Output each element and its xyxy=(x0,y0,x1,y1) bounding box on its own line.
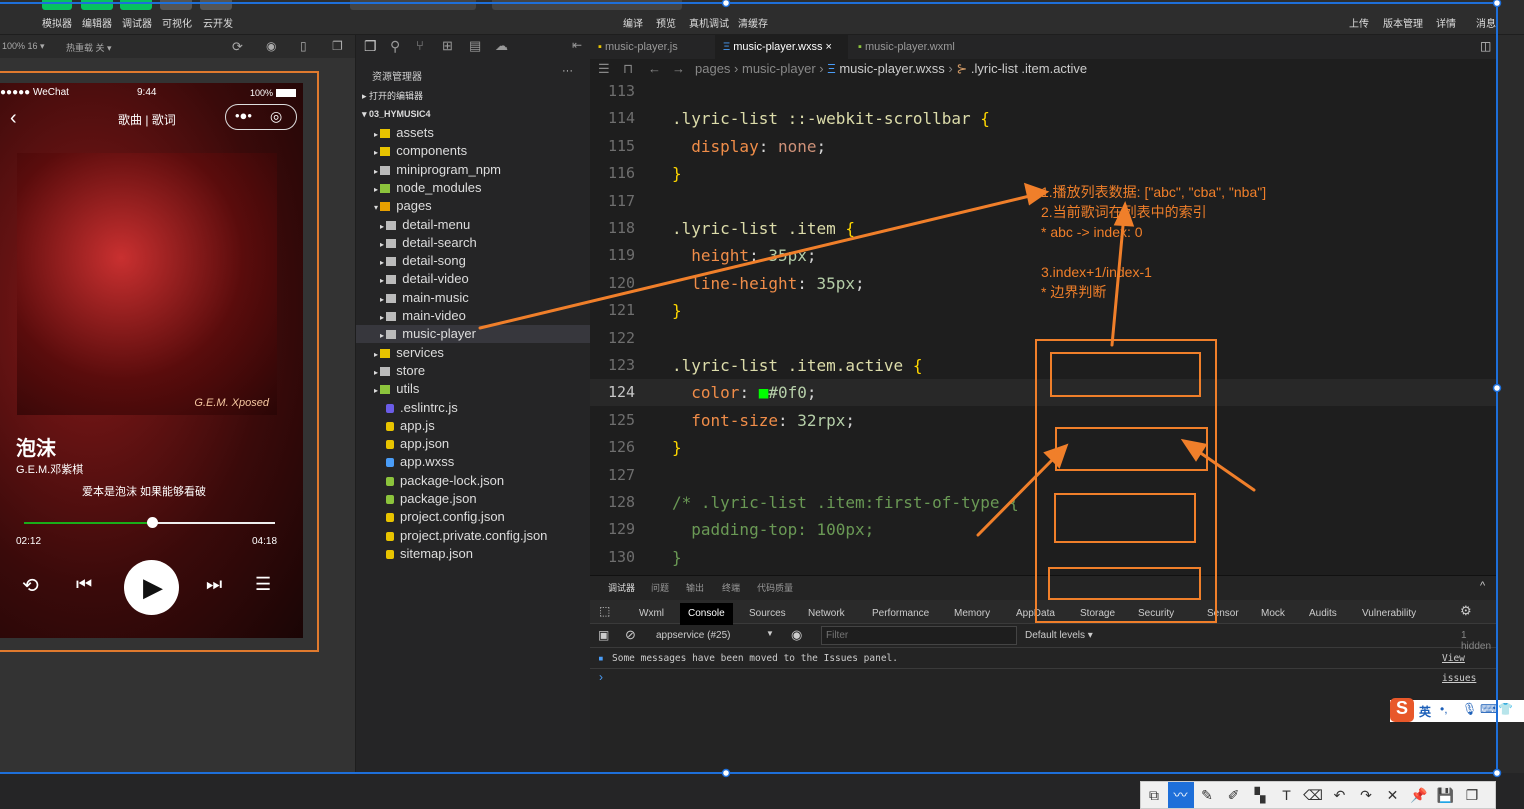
list-box xyxy=(1035,339,1217,623)
arrow xyxy=(478,192,1040,330)
resize-handle[interactable] xyxy=(1492,0,1502,8)
arrowhead xyxy=(1180,438,1208,462)
annotation-overlay xyxy=(0,0,1502,778)
item-box xyxy=(1054,493,1196,543)
annotation-line: 2.当前歌词在列表中的索引 xyxy=(1041,204,1207,220)
annotation-line: * 边界判断 xyxy=(1041,284,1107,300)
annotation-line: * abc -> index: 0 xyxy=(1041,224,1143,240)
arrow xyxy=(976,450,1062,537)
resize-handle[interactable] xyxy=(721,768,731,778)
item-box xyxy=(1048,567,1201,600)
resize-handle[interactable] xyxy=(1492,768,1502,778)
item-box xyxy=(1050,352,1201,397)
annotation-line: 1.播放列表数据: ["abc", "cba", "nba"] xyxy=(1041,184,1267,200)
annotation-line: 3.index+1/index-1 xyxy=(1041,264,1152,280)
resize-handle[interactable] xyxy=(1492,383,1502,393)
resize-handle[interactable] xyxy=(721,0,731,8)
selection-rect[interactable] xyxy=(0,2,1498,774)
item-box xyxy=(1055,427,1208,471)
